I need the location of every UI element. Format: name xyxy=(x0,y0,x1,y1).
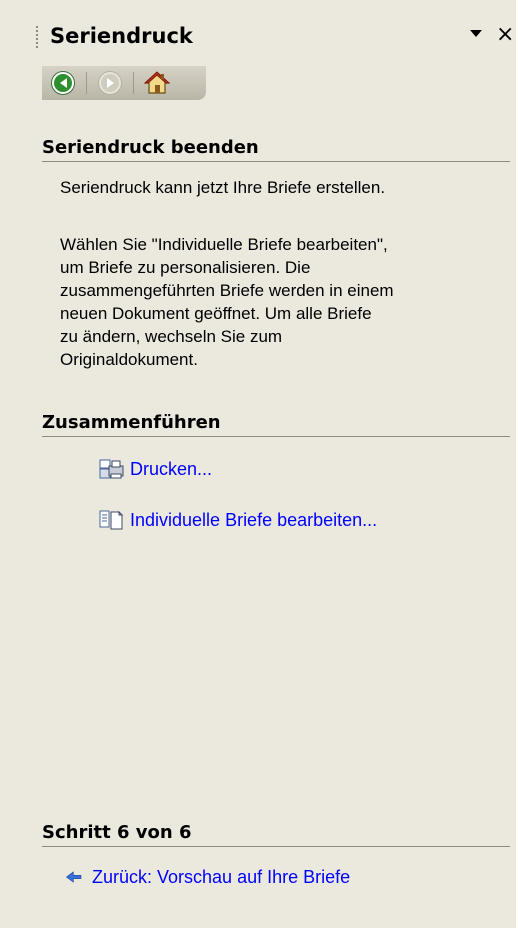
home-icon xyxy=(144,71,170,94)
print-link[interactable]: Drucken... xyxy=(98,458,212,480)
section-header-step: Schritt 6 von 6 xyxy=(42,822,510,847)
edit-individual-letters-link[interactable]: Individuelle Briefe bearbeiten... xyxy=(98,509,377,531)
toolbar-separator xyxy=(133,72,134,94)
close-icon[interactable]: × xyxy=(496,24,514,46)
edit-letters-link-label: Individuelle Briefe bearbeiten... xyxy=(130,509,378,530)
task-pane-title: Seriendruck xyxy=(50,24,193,48)
task-pane-title-bar: Seriendruck × xyxy=(0,8,516,64)
toolbar-separator xyxy=(86,72,87,94)
back-step-link-label: Zurück: Vorschau auf Ihre Briefe xyxy=(92,866,351,887)
print-link-label: Drucken... xyxy=(130,458,213,479)
back-button[interactable] xyxy=(48,68,78,98)
back-step-link[interactable]: Zurück: Vorschau auf Ihre Briefe xyxy=(64,866,350,888)
navigation-toolbar xyxy=(42,66,206,100)
bottom-border xyxy=(0,928,518,932)
edit-letters-icon xyxy=(99,510,124,530)
home-button[interactable] xyxy=(142,68,172,98)
dropdown-arrow-icon[interactable] xyxy=(470,30,482,37)
forward-button[interactable] xyxy=(95,68,125,98)
instruction-line: neuen Dokument geöffnet. Um alle Briefe xyxy=(60,304,372,323)
task-pane: Seriendruck × Seriendruck beenden Serien… xyxy=(0,0,518,932)
instruction-line: Originaldokument. xyxy=(60,350,198,369)
finish-status-text: Seriendruck kann jetzt Ihre Briefe erste… xyxy=(60,178,386,197)
finish-instructions: Wählen Sie "Individuelle Briefe bearbeit… xyxy=(60,233,508,371)
section-header-finish: Seriendruck beenden xyxy=(42,137,510,162)
instruction-line: zusammengeführten Briefe werden in einem xyxy=(60,281,394,300)
left-arrow-icon xyxy=(65,871,82,883)
instruction-line: Wählen Sie "Individuelle Briefe bearbeit… xyxy=(60,235,388,254)
forward-arrow-icon xyxy=(99,72,121,94)
grip-handle[interactable] xyxy=(36,26,38,50)
back-arrow-icon xyxy=(52,72,74,94)
instruction-line: um Briefe zu personalisieren. Die xyxy=(60,258,311,277)
section-header-merge: Zusammenführen xyxy=(42,412,510,437)
instruction-line: zu ändern, wechseln Sie zum xyxy=(60,327,283,346)
print-merge-icon xyxy=(99,459,124,479)
